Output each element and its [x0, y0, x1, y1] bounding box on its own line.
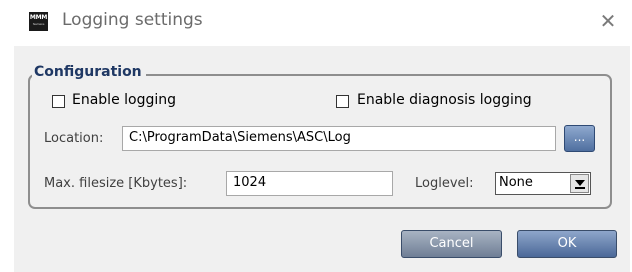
loglevel-selected-value: None [499, 175, 533, 190]
browse-button[interactable]: ... [564, 125, 595, 152]
ok-button[interactable]: OK [517, 230, 617, 258]
enable-diagnosis-logging-label[interactable]: Enable diagnosis logging [357, 92, 532, 108]
max-filesize-label: Max. filesize [Kbytes]: [44, 176, 188, 191]
close-icon[interactable]: ✕ [596, 9, 620, 33]
loglevel-select[interactable]: None [495, 172, 591, 195]
location-label: Location: [44, 131, 104, 146]
app-icon-subtext: Siemens [32, 22, 45, 26]
dialog-body: Configuration Enable logging Enable diag… [14, 46, 630, 272]
chevron-down-icon[interactable] [570, 174, 589, 193]
cancel-button[interactable]: Cancel [401, 230, 502, 258]
app-icon: MMM Siemens [29, 12, 48, 31]
loglevel-label: Loglevel: [415, 176, 474, 191]
logging-settings-dialog: MMM Siemens Logging settings ✕ Configura… [0, 0, 632, 272]
location-input[interactable]: C:\ProgramData\Siemens\ASC\Log [122, 126, 556, 151]
max-filesize-input[interactable]: 1024 [226, 171, 393, 196]
configuration-group-title: Configuration [32, 64, 146, 80]
enable-diagnosis-logging-checkbox[interactable] [336, 95, 349, 108]
enable-logging-checkbox[interactable] [52, 95, 65, 108]
window-title: Logging settings [62, 10, 203, 30]
title-bar: MMM Siemens Logging settings ✕ [0, 0, 632, 46]
app-icon-text: MMM [29, 14, 48, 21]
enable-logging-label[interactable]: Enable logging [72, 92, 176, 108]
